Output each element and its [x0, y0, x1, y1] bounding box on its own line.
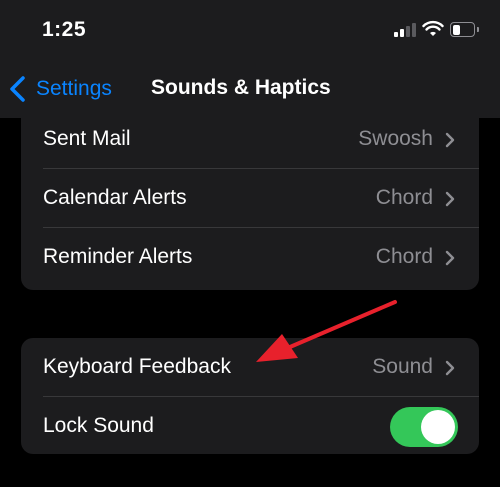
- status-time: 1:25: [42, 18, 87, 41]
- toggle-knob: [421, 410, 455, 444]
- chevron-right-icon: [445, 250, 455, 266]
- wifi-icon: [422, 20, 444, 36]
- sent-mail-row[interactable]: Sent Mail Swoosh: [43, 110, 479, 169]
- chevron-right-icon: [445, 360, 455, 376]
- back-chevron-icon: [10, 76, 25, 102]
- row-label: Lock Sound: [43, 414, 154, 437]
- chevron-right-icon: [445, 132, 455, 148]
- chevron-right-icon: [445, 191, 455, 207]
- reminder-alerts-row[interactable]: Reminder Alerts Chord: [43, 228, 479, 286]
- page-title: Sounds & Haptics: [151, 76, 331, 99]
- row-value: Swoosh: [358, 127, 433, 150]
- back-button[interactable]: Settings: [8, 72, 112, 106]
- system-feedback-group: Keyboard Feedback Sound Lock Sound: [21, 338, 479, 454]
- row-label: Sent Mail: [43, 127, 131, 150]
- status-bar: 1:25: [0, 0, 500, 60]
- lock-sound-row: Lock Sound: [43, 397, 479, 454]
- row-value: Chord: [375, 245, 433, 268]
- battery-icon: [450, 22, 479, 37]
- row-value: Sound: [372, 355, 433, 378]
- calendar-alerts-row[interactable]: Calendar Alerts Chord: [43, 169, 479, 228]
- row-value: Chord: [375, 186, 433, 209]
- cellular-signal-icon: [394, 23, 418, 37]
- row-label: Reminder Alerts: [43, 245, 193, 268]
- row-label: Calendar Alerts: [43, 186, 187, 209]
- back-button-label: Settings: [36, 77, 112, 100]
- alert-sounds-group: Sent Mail Swoosh Calendar Alerts Chord R…: [21, 110, 479, 290]
- keyboard-feedback-row[interactable]: Keyboard Feedback Sound: [43, 338, 479, 397]
- row-label: Keyboard Feedback: [43, 355, 231, 378]
- lock-sound-toggle[interactable]: [390, 407, 458, 447]
